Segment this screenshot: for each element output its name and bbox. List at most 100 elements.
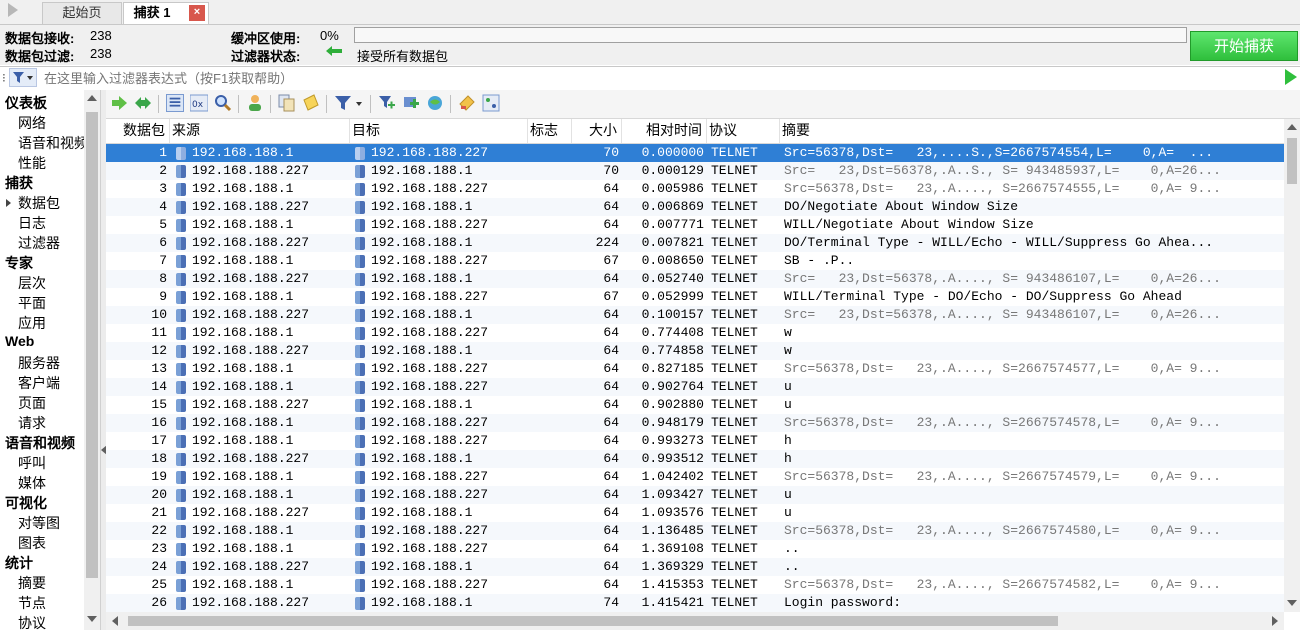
packet-list-vscrollbar[interactable] (1284, 119, 1300, 612)
column-header-time[interactable]: 相对时间 (622, 119, 707, 143)
sidebar-item[interactable]: 协议 (18, 613, 46, 630)
column-header-flag[interactable]: 标志 (528, 119, 572, 143)
filter-menu-icon[interactable] (334, 94, 364, 112)
sidebar-category[interactable]: Web (5, 333, 34, 349)
packet-list-vscroll-thumb[interactable] (1287, 138, 1297, 184)
table-row[interactable]: 16 192.168.188.1 192.168.188.227 64 0.948179… (106, 414, 1284, 432)
add-filter-icon[interactable] (378, 94, 396, 112)
sidebar-category[interactable]: 可视化 (5, 493, 47, 513)
note-icon[interactable] (302, 94, 320, 112)
sidebar-scroll-thumb[interactable] (86, 112, 98, 578)
table-row[interactable]: 23 192.168.188.1 192.168.188.227 64 1.369108… (106, 540, 1284, 558)
globe-icon[interactable] (426, 94, 444, 112)
scroll-down-icon[interactable] (1287, 600, 1297, 606)
tab-scroll-arrow-icon[interactable] (8, 3, 18, 17)
sidebar-item[interactable]: 图表 (18, 533, 46, 553)
go-both-icon[interactable] (134, 94, 152, 112)
table-row[interactable]: 9 192.168.188.1 192.168.188.227 67 0.052999 T… (106, 288, 1284, 306)
cell-size: 67 (603, 253, 619, 268)
sidebar-scroll-up-icon[interactable] (87, 95, 97, 101)
table-row[interactable]: 15 192.168.188.227 192.168.188.1 64 0.902880… (106, 396, 1284, 414)
column-header-source[interactable]: 来源 (170, 119, 350, 143)
sidebar-category[interactable]: 仪表板 (5, 93, 47, 113)
table-row[interactable]: 19 192.168.188.1 192.168.188.227 64 1.042402… (106, 468, 1284, 486)
scroll-right-icon[interactable] (1272, 616, 1278, 626)
table-row[interactable]: 11 192.168.188.1 192.168.188.227 64 0.774408… (106, 324, 1284, 342)
scroll-up-icon[interactable] (1287, 124, 1297, 130)
sidebar-item[interactable]: 请求 (18, 413, 46, 433)
sidebar-item[interactable]: 客户端 (18, 373, 60, 393)
sidebar-scroll-down-icon[interactable] (87, 616, 97, 622)
table-row[interactable]: 3 192.168.188.1 192.168.188.227 64 0.005986 T… (106, 180, 1284, 198)
hex-view-icon[interactable]: 0x (190, 94, 208, 112)
sidebar-item[interactable]: 摘要 (18, 573, 46, 593)
sidebar-item[interactable]: 服务器 (18, 353, 60, 373)
table-row[interactable]: 18 192.168.188.227 192.168.188.1 64 0.993512… (106, 450, 1284, 468)
table-row[interactable]: 26 192.168.188.227 192.168.188.1 74 1.415421… (106, 594, 1284, 612)
scroll-left-icon[interactable] (112, 616, 118, 626)
table-row[interactable]: 17 192.168.188.1 192.168.188.227 64 0.993273… (106, 432, 1284, 450)
filter-expression-input[interactable] (44, 69, 1274, 87)
column-header-destination[interactable]: 目标 (350, 119, 528, 143)
sidebar-item[interactable]: 性能 (18, 153, 46, 173)
apply-filter-icon[interactable] (1285, 69, 1297, 85)
user-icon[interactable] (246, 94, 264, 112)
table-row[interactable]: 20 192.168.188.1 192.168.188.227 64 1.093427… (106, 486, 1284, 504)
sidebar-item[interactable]: 应用 (18, 313, 46, 333)
table-row[interactable]: 1 192.168.188.1 192.168.188.227 70 0.000000 T… (106, 144, 1284, 162)
column-header-protocol[interactable]: 协议 (707, 119, 780, 143)
decode-view-icon[interactable] (166, 94, 184, 112)
tab-home[interactable]: 起始页 (42, 2, 122, 24)
column-header-num[interactable]: 数据包 (106, 119, 170, 143)
sidebar-item[interactable]: 平面 (18, 293, 46, 313)
table-row[interactable]: 22 192.168.188.1 192.168.188.227 64 1.136485… (106, 522, 1284, 540)
packet-list-hscroll-thumb[interactable] (128, 616, 1058, 626)
sidebar-category[interactable]: 统计 (5, 553, 33, 573)
filter-dropdown-button[interactable] (9, 68, 37, 87)
cell-src: 192.168.188.1 (192, 289, 294, 304)
sidebar-item[interactable]: 媒体 (18, 473, 46, 493)
table-row[interactable]: 8 192.168.188.227 192.168.188.1 64 0.052740 T… (106, 270, 1284, 288)
sidebar-item[interactable]: 层次 (18, 273, 46, 293)
table-row[interactable]: 24 192.168.188.227 192.168.188.1 64 1.369329… (106, 558, 1284, 576)
copy-icon[interactable] (278, 94, 296, 112)
sidebar-item[interactable]: 过滤器 (18, 233, 60, 253)
sidebar-item[interactable]: 日志 (18, 213, 46, 233)
network-add-icon[interactable] (402, 94, 420, 112)
search-icon[interactable] (214, 94, 232, 112)
column-header-summary[interactable]: 摘要 (780, 119, 1284, 143)
cell-dst: 192.168.188.227 (371, 181, 489, 196)
sidebar-category[interactable]: 专家 (5, 253, 33, 273)
tab-capture-1[interactable]: 捕获 1 × (123, 2, 209, 24)
table-row[interactable]: 6 192.168.188.227 192.168.188.1 224 0.007821… (106, 234, 1284, 252)
settings-icon[interactable] (482, 94, 500, 112)
cell-dst: 192.168.188.1 (371, 505, 473, 520)
sidebar-item[interactable]: 数据包 (18, 193, 60, 213)
sidebar-item[interactable]: 网络 (18, 113, 46, 133)
cell-proto: TELNET (711, 433, 758, 448)
table-row[interactable]: 13 192.168.188.1 192.168.188.227 64 0.827185… (106, 360, 1284, 378)
sidebar-category[interactable]: 语音和视频 (5, 433, 75, 453)
table-row[interactable]: 7 192.168.188.1 192.168.188.227 67 0.008650 T… (106, 252, 1284, 270)
table-row[interactable]: 12 192.168.188.227 192.168.188.1 64 0.774858… (106, 342, 1284, 360)
table-row[interactable]: 25 192.168.188.1 192.168.188.227 64 1.415353… (106, 576, 1284, 594)
start-capture-button[interactable]: 开始捕获 (1190, 31, 1298, 61)
sidebar-item[interactable]: 对等图 (18, 513, 60, 533)
table-row[interactable]: 14 192.168.188.1 192.168.188.227 64 0.902764… (106, 378, 1284, 396)
cell-src: 192.168.188.227 (192, 397, 310, 412)
table-row[interactable]: 10 192.168.188.227 192.168.188.1 64 0.100157… (106, 306, 1284, 324)
close-tab-button[interactable]: × (189, 5, 205, 21)
table-row[interactable]: 2 192.168.188.227 192.168.188.1 70 0.000129 T… (106, 162, 1284, 180)
column-header-size[interactable]: 大小 (572, 119, 622, 143)
table-row[interactable]: 21 192.168.188.227 192.168.188.1 64 1.093576… (106, 504, 1284, 522)
cell-size: 64 (603, 199, 619, 214)
sidebar-item[interactable]: 节点 (18, 593, 46, 613)
table-row[interactable]: 5 192.168.188.1 192.168.188.227 64 0.007771 T… (106, 216, 1284, 234)
tools-icon[interactable] (458, 94, 476, 112)
table-row[interactable]: 4 192.168.188.227 192.168.188.1 64 0.006869 T… (106, 198, 1284, 216)
sidebar-item[interactable]: 页面 (18, 393, 46, 413)
go-forward-icon[interactable] (110, 94, 128, 112)
sidebar-item[interactable]: 语音和视频 (18, 133, 88, 153)
sidebar-item[interactable]: 呼叫 (18, 453, 46, 473)
sidebar-category[interactable]: 捕获 (5, 173, 33, 193)
